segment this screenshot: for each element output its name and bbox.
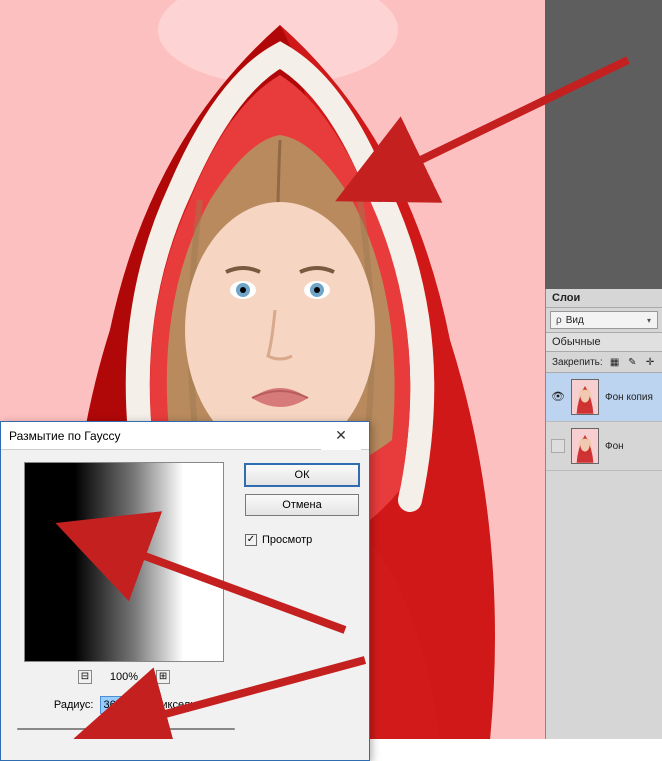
slider-track [17,728,235,730]
cancel-button[interactable]: Отмена [245,494,359,516]
dialog-titlebar[interactable]: Размытие по Гауссу ✕ [1,422,369,450]
ok-button[interactable]: ОК [245,464,359,486]
search-icon: ρ [556,315,562,326]
preview-checkbox-row[interactable]: ✓ Просмотр [245,534,359,546]
chevron-down-icon: ▾ [647,316,651,325]
radius-input[interactable] [100,696,148,714]
preview-checkbox[interactable]: ✓ [245,534,257,546]
layer-filter-dropdown[interactable]: ρ Вид ▾ [550,311,658,329]
gaussian-blur-dialog: Размытие по Гауссу ✕ ⊟ 100% ⊞ Радиус: Пи… [0,421,370,761]
radius-row: Радиус: Пикселы [54,696,198,714]
visibility-eye-icon-off[interactable] [551,439,565,453]
workspace-grey-area [545,0,662,289]
radius-slider[interactable] [17,722,235,736]
dialog-title: Размытие по Гауссу [9,429,120,443]
slider-thumb[interactable] [135,724,145,736]
blend-mode-dropdown[interactable]: Обычные [546,333,662,352]
layers-tab[interactable]: Слои [546,289,662,308]
layer-item[interactable]: 👁 Фон копия [546,373,662,422]
filter-label: Вид [566,315,584,326]
lock-row: Закрепить: ▦ ✎ ✛ [546,352,662,373]
lock-move-icon[interactable]: ✛ [644,355,656,369]
radius-unit: Пикселы [154,699,199,711]
zoom-out-button[interactable]: ⊟ [78,670,92,684]
blur-preview[interactable] [24,462,224,662]
close-button[interactable]: ✕ [321,422,361,450]
lock-pixels-icon[interactable]: ▦ [609,355,621,369]
layer-thumbnail [571,428,599,464]
zoom-in-button[interactable]: ⊞ [156,670,170,684]
zoom-controls: ⊟ 100% ⊞ [78,670,170,684]
lock-brush-icon[interactable]: ✎ [626,355,638,369]
zoom-level: 100% [110,671,138,683]
layer-thumbnail [571,379,599,415]
layers-panel: Слои ρ Вид ▾ Обычные Закрепить: ▦ ✎ ✛ 👁 … [545,289,662,739]
layer-filter-row: ρ Вид ▾ [546,308,662,333]
lock-label: Закрепить: [552,357,603,368]
preview-checkbox-label: Просмотр [262,534,312,546]
visibility-eye-icon[interactable]: 👁 [551,390,565,404]
layer-item[interactable]: Фон [546,422,662,471]
radius-label: Радиус: [54,699,94,711]
layer-name: Фон копия [605,392,653,403]
layer-name: Фон [605,441,624,452]
